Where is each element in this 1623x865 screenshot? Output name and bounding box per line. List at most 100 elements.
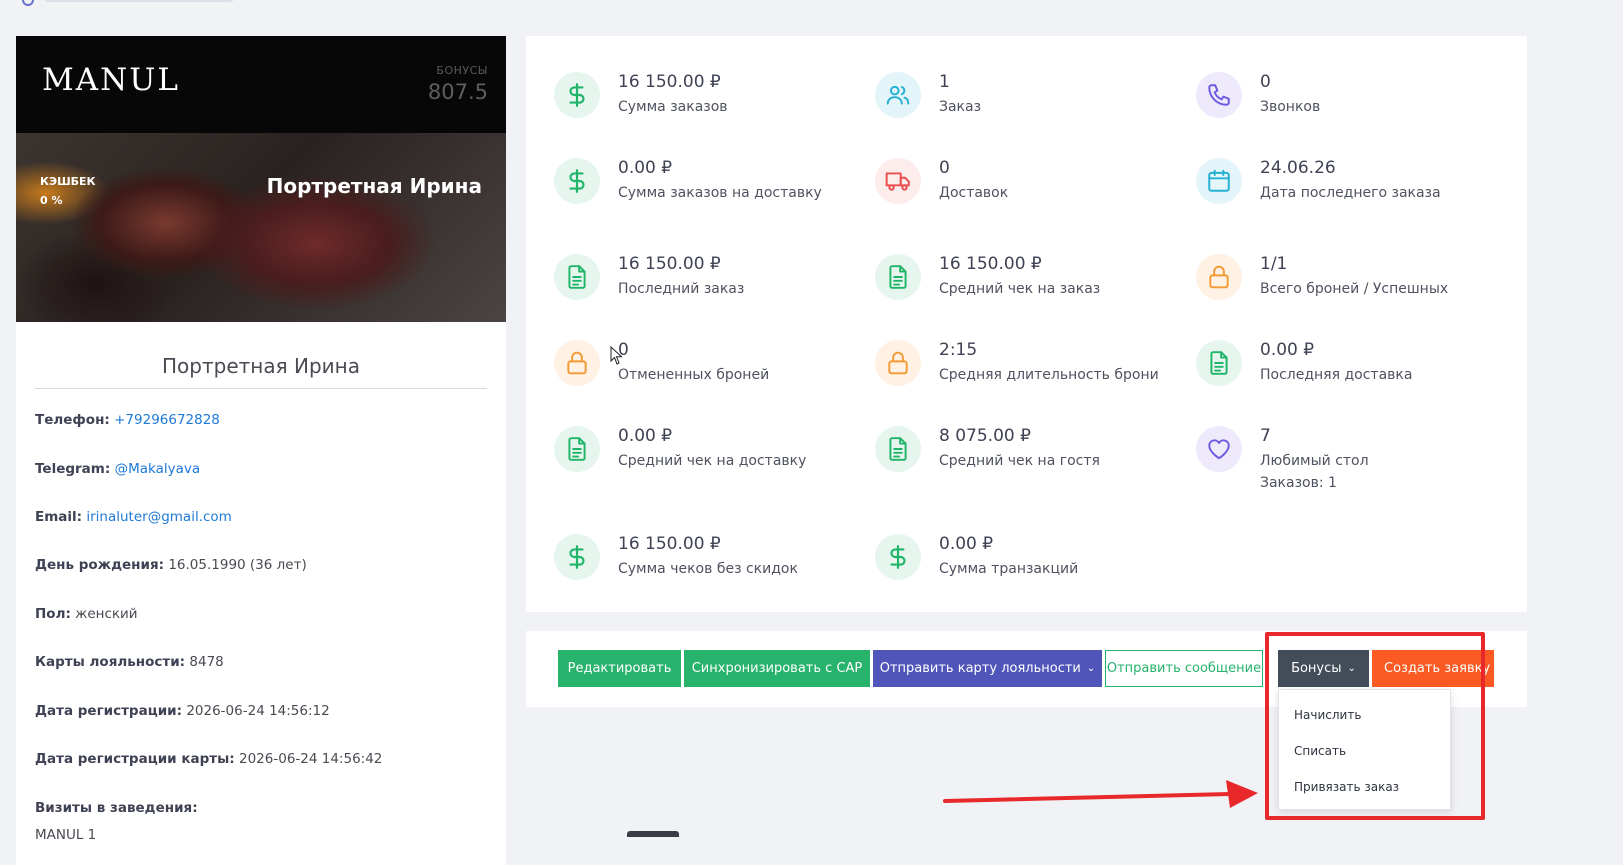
stat-item: 24.06.26 Дата последнего заказа	[1196, 158, 1506, 228]
stat-item: 0 Звонков	[1196, 72, 1506, 142]
stat-item: 0 Отмененных броней	[554, 340, 864, 410]
stat-item: 0.00 ₽ Последняя доставка	[1196, 340, 1506, 410]
send-loyalty-card-button[interactable]: Отправить карту лояльности ⌄	[873, 650, 1102, 687]
card-registration-date-label: Дата регистрации карты:	[35, 751, 235, 767]
phone-link[interactable]: +79296672828	[114, 412, 220, 428]
cashback-value: 0 %	[40, 194, 63, 207]
lock-icon	[1196, 254, 1242, 300]
document-icon	[554, 254, 600, 300]
divider	[35, 388, 487, 389]
stat-label: Любимый стол	[1260, 453, 1369, 469]
calendar-icon	[1196, 158, 1242, 204]
document-icon	[875, 426, 921, 472]
visit-venue: MANUL 1	[35, 827, 97, 843]
brand-logo: MANUL	[42, 62, 180, 98]
phone-row: Телефон: +79296672828	[35, 412, 220, 428]
top-strip	[0, 0, 1623, 12]
email-label: Email:	[35, 509, 83, 525]
guest-profile-card: MANUL БОНУСЫ 807.5 КЭШБЕК 0 % Портретная…	[16, 36, 506, 865]
stat-value: 0.00 ₽	[618, 158, 673, 178]
sync-cap-button[interactable]: Синхронизировать с CAP	[684, 650, 870, 687]
stat-label: Средний чек на доставку	[618, 453, 807, 469]
birthday-label: День рождения:	[35, 557, 165, 573]
telegram-link[interactable]: @Makalyava	[115, 461, 201, 477]
stat-item: 0.00 ₽ Сумма транзакций	[875, 534, 1185, 604]
loyalty-card-header: MANUL БОНУСЫ 807.5	[16, 36, 506, 133]
stat-label: Звонков	[1260, 99, 1321, 115]
send-message-button[interactable]: Отправить сообщение	[1105, 650, 1263, 687]
stat-value: 0	[1260, 72, 1271, 92]
stat-label: Сумма заказов на доставку	[618, 185, 822, 201]
truck-icon	[875, 158, 921, 204]
stat-value: 0.00 ₽	[618, 426, 673, 446]
dollar-icon	[554, 534, 600, 580]
birthday-row: День рождения: 16.05.1990 (36 лет)	[35, 557, 307, 573]
card-registration-date-value: 2026-06-24 14:56:42	[239, 751, 383, 767]
profile-name: Портретная Ирина	[162, 354, 360, 378]
stat-label: Средний чек на заказ	[939, 281, 1101, 297]
loyalty-cards-label: Карты лояльности:	[35, 654, 186, 670]
lock-icon	[875, 340, 921, 386]
document-icon	[875, 254, 921, 300]
stat-value: 16 150.00 ₽	[618, 72, 721, 92]
back-icon[interactable]	[22, 0, 34, 6]
stat-item: 2:15 Средняя длительность брони	[875, 340, 1185, 410]
mouse-cursor-icon	[610, 346, 623, 365]
stat-value: 16 150.00 ₽	[618, 254, 721, 274]
stat-label: Последняя доставка	[1260, 367, 1413, 383]
stat-label: Средняя длительность брони	[939, 367, 1159, 383]
visit-item: MANUL 1	[35, 827, 96, 843]
stat-value: 7	[1260, 426, 1271, 446]
send-loyalty-card-label: Отправить карту лояльности	[879, 661, 1081, 676]
stat-value: 0.00 ₽	[1260, 340, 1315, 360]
registration-date-row: Дата регистрации: 2026-06-24 14:56:12	[35, 703, 330, 719]
loyalty-cards-row: Карты лояльности: 8478	[35, 654, 224, 670]
stat-label: Всего броней / Успешных	[1260, 281, 1449, 297]
stat-value: 24.06.26	[1260, 158, 1336, 178]
email-row: Email: irinaluter@gmail.com	[35, 509, 232, 525]
stat-label: Доставок	[939, 185, 1009, 201]
stat-sublabel: Заказов: 1	[1260, 475, 1337, 491]
stat-label: Дата последнего заказа	[1260, 185, 1441, 201]
card-registration-date-row: Дата регистрации карты: 2026-06-24 14:56…	[35, 751, 382, 767]
lock-icon	[554, 340, 600, 386]
stat-label: Заказ	[939, 99, 982, 115]
heart-icon	[1196, 426, 1242, 472]
visits-label: Визиты в заведения:	[35, 800, 198, 816]
loyalty-card-photo	[16, 133, 506, 322]
page-heading-cropped	[44, 0, 234, 2]
stat-item: 1 Заказ	[875, 72, 1185, 142]
annotation-arrow	[943, 780, 1258, 808]
stat-value: 8 075.00 ₽	[939, 426, 1031, 446]
stat-value: 16 150.00 ₽	[618, 534, 721, 554]
stat-item: 0.00 ₽ Сумма заказов на доставку	[554, 158, 864, 228]
stat-value: 1	[939, 72, 950, 92]
dollar-icon	[875, 534, 921, 580]
stat-label: Сумма транзакций	[939, 561, 1079, 577]
telegram-label: Telegram:	[35, 461, 111, 477]
stat-item: 1/1 Всего броней / Успешных	[1196, 254, 1506, 324]
dollar-icon	[554, 158, 600, 204]
stat-label: Средний чек на гостя	[939, 453, 1100, 469]
phone-label: Телефон:	[35, 412, 110, 428]
stat-value: 1/1	[1260, 254, 1288, 274]
bonus-label: БОНУСЫ	[436, 64, 488, 77]
stat-item: 16 150.00 ₽ Средний чек на заказ	[875, 254, 1185, 324]
edit-button[interactable]: Редактировать	[558, 650, 681, 687]
document-icon	[1196, 340, 1242, 386]
stat-label: Сумма чеков без скидок	[618, 561, 798, 577]
gender-label: Пол:	[35, 606, 71, 622]
stat-item: 16 150.00 ₽ Последний заказ	[554, 254, 864, 324]
dollar-icon	[554, 72, 600, 118]
stat-value: 0.00 ₽	[939, 534, 994, 554]
cashback-label: КЭШБЕК	[40, 175, 96, 188]
stat-item: 16 150.00 ₽ Сумма чеков без скидок	[554, 534, 864, 604]
birthday-value: 16.05.1990 (36 лет)	[168, 557, 307, 573]
annotation-highlight-box	[1265, 632, 1485, 820]
stat-item: 16 150.00 ₽ Сумма заказов	[554, 72, 864, 142]
document-icon	[554, 426, 600, 472]
bonus-balance: 807.5	[427, 80, 488, 104]
stat-item: 0.00 ₽ Средний чек на доставку	[554, 426, 864, 496]
email-link[interactable]: irinaluter@gmail.com	[86, 509, 231, 525]
users-icon	[875, 72, 921, 118]
